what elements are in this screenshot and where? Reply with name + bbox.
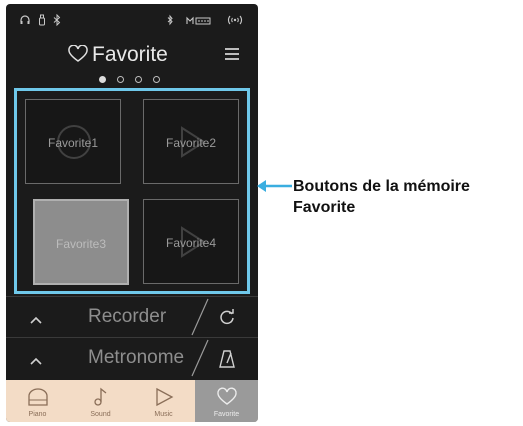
bottom-tab-bar: Piano Sound Music Favorite: [6, 380, 258, 422]
metronome-label: Metronome: [88, 347, 185, 368]
page-dot-4[interactable]: [153, 76, 160, 83]
recorder-panel[interactable]: Recorder: [6, 296, 258, 337]
app-screen: Favorite Favorite1 Favorite2 Favorite3 F…: [6, 4, 258, 422]
bluetooth-audio-icon: [164, 14, 176, 26]
status-bar: [6, 4, 258, 34]
page-dot-2[interactable]: [117, 76, 124, 83]
chevron-up-icon[interactable]: [30, 311, 42, 327]
favorite4-button[interactable]: Favorite4: [143, 199, 239, 284]
heart-icon: [217, 387, 237, 405]
headphones-icon: [19, 14, 31, 26]
favorite1-button[interactable]: Favorite1: [25, 99, 121, 184]
wireless-icon: [224, 14, 246, 26]
tab-label: Piano: [28, 411, 47, 418]
bluetooth-icon: [51, 13, 63, 27]
divider: [191, 298, 209, 336]
midi-icon: [186, 14, 212, 26]
menu-icon[interactable]: [225, 48, 239, 60]
page-dot-1[interactable]: [99, 76, 106, 83]
header: Favorite: [6, 34, 258, 74]
page-indicator: [6, 76, 258, 86]
annotation-line-2: Favorite: [293, 199, 356, 216]
play-icon: [156, 387, 174, 407]
favorite-memory-grid: Favorite1 Favorite2 Favorite3 Favorite4: [14, 88, 250, 294]
page-title: Favorite: [92, 43, 168, 66]
favorite3-button[interactable]: Favorite3: [33, 199, 129, 285]
tab-label: Music: [154, 411, 173, 418]
usb-icon: [36, 14, 48, 26]
favorite-label: Favorite1: [47, 136, 99, 150]
annotation-line-1: Boutons de la mémoire: [293, 178, 470, 195]
metronome-icon[interactable]: [218, 349, 236, 374]
tab-label: Favorite: [213, 411, 240, 418]
music-note-icon: [94, 387, 107, 406]
page-dot-3[interactable]: [135, 76, 142, 83]
favorite-label: Favorite4: [165, 236, 217, 250]
divider: [191, 339, 209, 377]
tab-sound[interactable]: Sound: [69, 380, 132, 422]
metronome-panel[interactable]: Metronome: [6, 337, 258, 378]
recorder-label: Recorder: [88, 306, 167, 327]
loop-icon[interactable]: [218, 308, 236, 331]
tab-label: Sound: [90, 411, 111, 418]
tab-favorite[interactable]: Favorite: [195, 380, 258, 422]
favorite-label: Favorite3: [55, 237, 107, 251]
heart-icon: [68, 44, 88, 68]
tab-music[interactable]: Music: [132, 380, 195, 422]
annotation-callout: Boutons de la mémoire Favorite: [293, 176, 470, 218]
chevron-up-icon[interactable]: [30, 352, 42, 368]
piano-icon: [28, 388, 48, 406]
tab-piano[interactable]: Piano: [6, 380, 69, 422]
callout-arrow: [257, 180, 292, 192]
favorite-label: Favorite2: [165, 136, 217, 150]
favorite2-button[interactable]: Favorite2: [143, 99, 239, 184]
